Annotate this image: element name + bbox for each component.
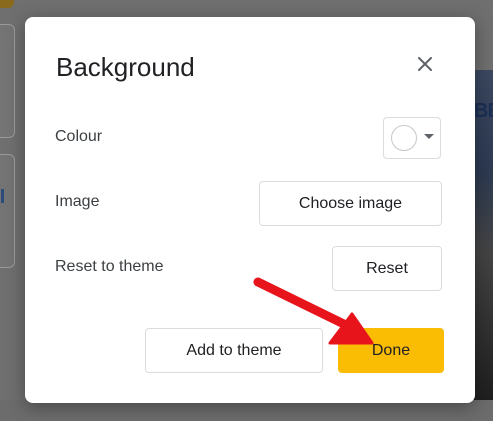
colour-picker-button[interactable] <box>383 117 441 159</box>
background-toolbar-chip <box>0 0 14 8</box>
image-label: Image <box>55 193 100 210</box>
background-slide-thumbnail <box>0 154 15 268</box>
reset-to-theme-label: Reset to theme <box>55 258 164 275</box>
colour-label: Colour <box>55 128 103 145</box>
close-button[interactable] <box>411 50 439 78</box>
background-dialog: Background Colour Image Choose image Res… <box>25 17 475 403</box>
close-icon <box>418 57 432 71</box>
caret-down-icon <box>424 134 434 139</box>
done-button[interactable]: Done <box>338 328 444 373</box>
choose-image-button[interactable]: Choose image <box>259 181 442 226</box>
background-slide-thumbnail <box>0 24 15 138</box>
dialog-title: Background <box>56 52 195 82</box>
background-bottom-strip <box>0 400 493 421</box>
background-slide-text: BE <box>474 100 493 122</box>
reset-button[interactable]: Reset <box>332 246 442 291</box>
colour-swatch <box>391 125 417 151</box>
add-to-theme-button[interactable]: Add to theme <box>145 328 323 373</box>
